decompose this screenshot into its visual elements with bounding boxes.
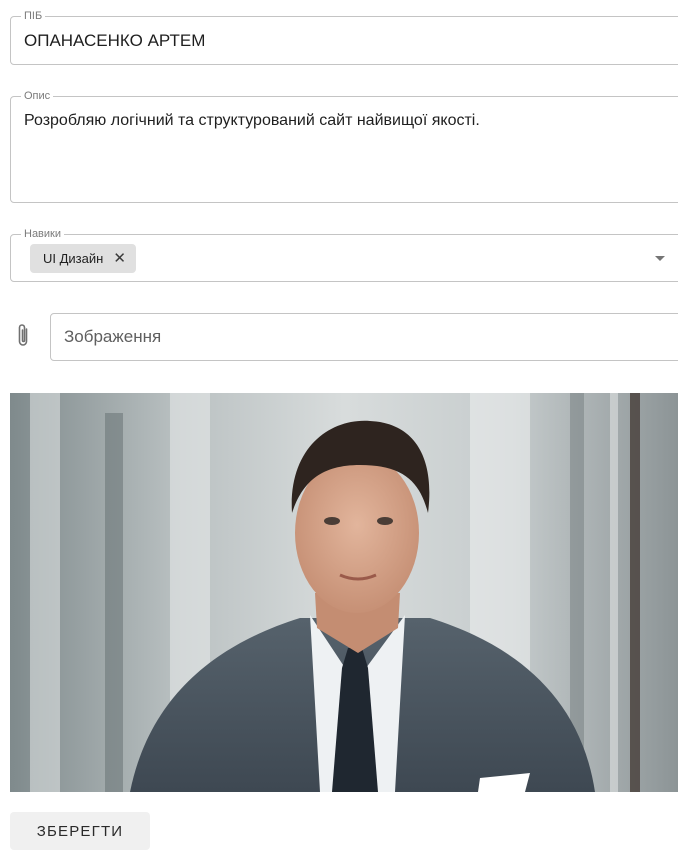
profile-form: ПІБ ОПАНАСЕНКО АРТЕМ Опис Розробляю логі… xyxy=(0,0,678,850)
skills-select-label: Навики xyxy=(21,228,65,241)
skills-select[interactable]: Навики UI Дизайн ✕ xyxy=(10,228,678,282)
save-button[interactable]: ЗБЕРЕГТИ xyxy=(10,812,150,850)
name-field[interactable]: ПІБ ОПАНАСЕНКО АРТЕМ xyxy=(10,10,678,65)
name-field-label: ПІБ xyxy=(21,10,46,23)
name-field-value[interactable]: ОПАНАСЕНКО АРТЕМ xyxy=(24,31,205,51)
paperclip-icon[interactable] xyxy=(14,322,32,350)
description-field[interactable]: Опис Розробляю логічний та структуровани… xyxy=(10,90,678,203)
description-field-value[interactable]: Розробляю логічний та структурований сай… xyxy=(24,111,480,131)
image-input[interactable] xyxy=(50,313,678,361)
chevron-down-icon[interactable] xyxy=(655,256,665,261)
description-field-label: Опис xyxy=(21,90,54,103)
skill-chip[interactable]: UI Дизайн ✕ xyxy=(30,244,136,273)
skill-chip-label: UI Дизайн xyxy=(43,251,104,266)
close-icon[interactable]: ✕ xyxy=(113,251,126,266)
portrait-photo xyxy=(10,393,678,792)
